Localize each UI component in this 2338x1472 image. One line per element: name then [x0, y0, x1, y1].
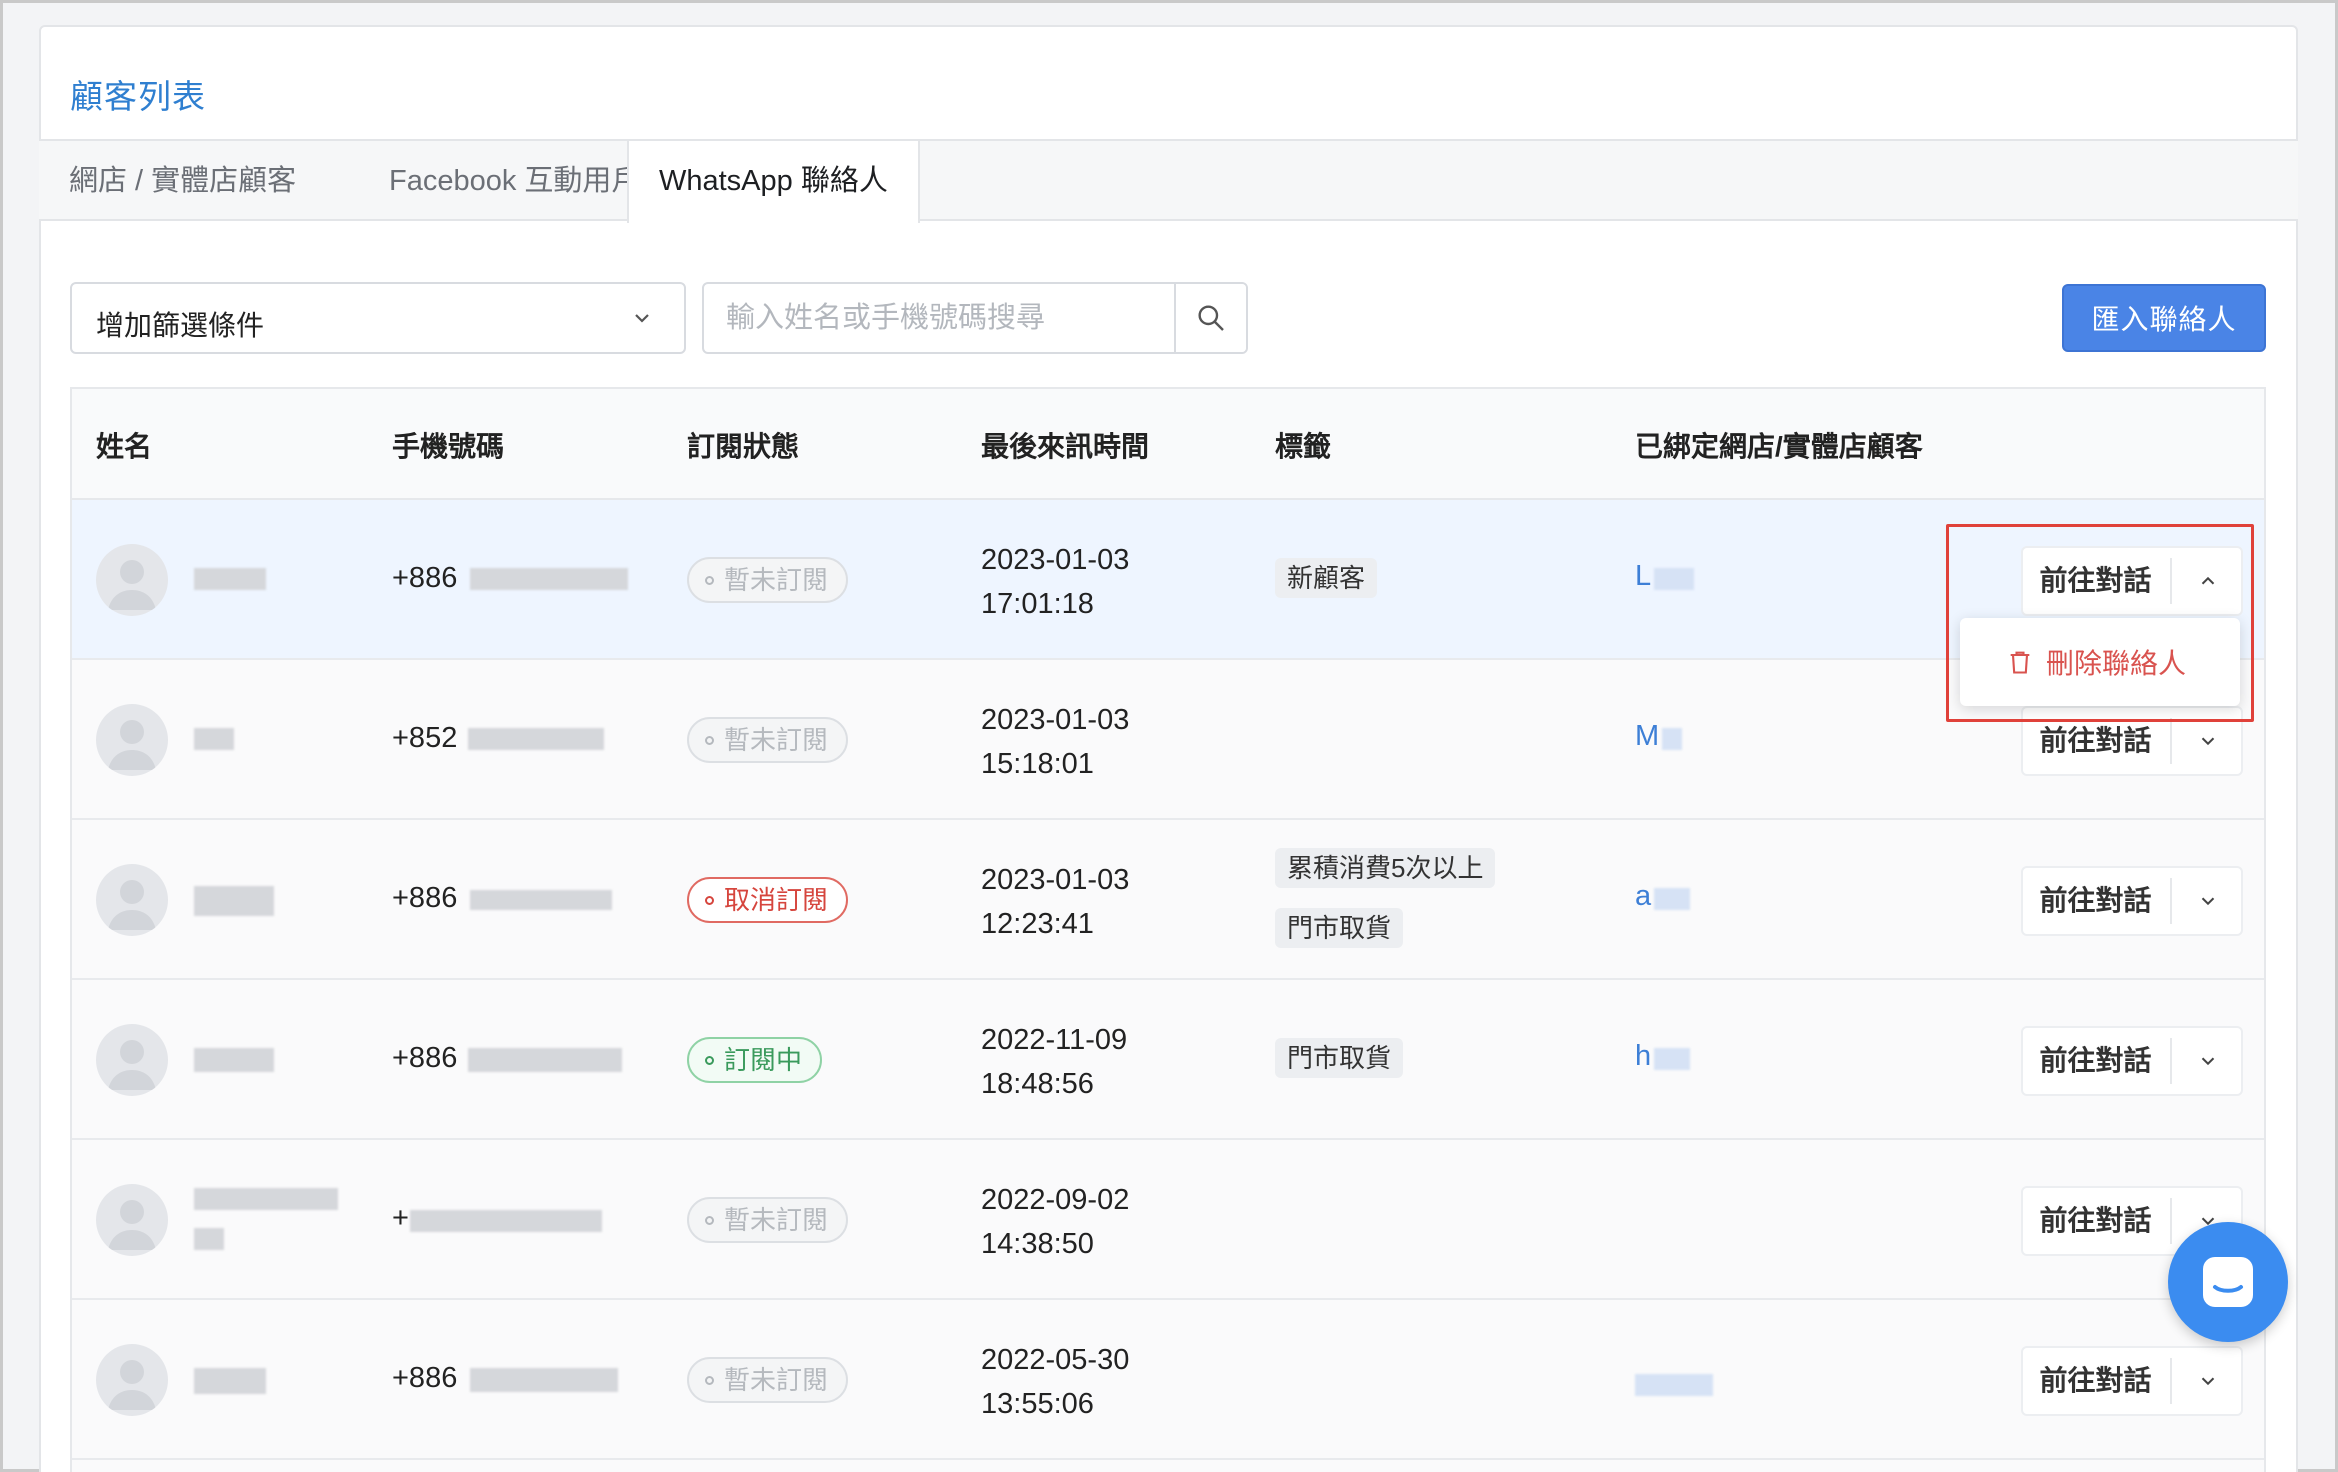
last-message-time: 2022-09-02 14:38:50 [981, 1184, 1130, 1260]
chat-icon [2203, 1257, 2253, 1307]
redacted-name [194, 1048, 274, 1072]
table-row[interactable]: +886 取消訂閱 2023-01-03 12:23:41 累積消費5次以上 門市… [72, 820, 2264, 980]
avatar [96, 864, 168, 936]
tab-facebook-users[interactable]: Facebook 互動用戶 [359, 141, 670, 221]
redacted-name [194, 1188, 338, 1210]
table-row[interactable]: +886 訂閱中 2022-11-09 18:48:56 門市取貨 h 前往對話 [72, 980, 2264, 1140]
divider [2170, 1358, 2172, 1404]
status-badge: 暫未訂閱 [687, 717, 849, 763]
table-row[interactable]: +886 暫未訂閱 2023-01-03 17:01:18 新顧客 L 前往對話 [72, 500, 2264, 660]
search-input[interactable] [704, 284, 1176, 352]
phone-prefix: +852 [392, 722, 458, 754]
divider [2170, 1038, 2172, 1084]
redacted-name [194, 568, 266, 590]
search-box [702, 282, 1248, 354]
action-group: 前往對話 [2021, 1346, 2243, 1416]
column-header-name: 姓名 [96, 431, 153, 462]
status-badge: 暫未訂閱 [687, 557, 849, 603]
divider [2170, 878, 2172, 924]
tag-chip: 累積消費5次以上 [1275, 848, 1496, 888]
redacted-phone [470, 1368, 618, 1392]
last-message-time: 2023-01-03 17:01:18 [981, 544, 1130, 620]
redacted-phone [470, 890, 612, 910]
go-to-chat-button[interactable]: 前往對話 [2023, 1348, 2168, 1414]
search-icon [1198, 305, 1224, 331]
action-group: 前往對話 [2021, 1026, 2243, 1096]
last-message-time: 2023-01-03 12:23:41 [981, 864, 1130, 940]
last-message-time: 2022-05-30 13:55:06 [981, 1344, 1130, 1420]
tab-bar: 網店 / 實體店顧客 Facebook 互動用戶 WhatsApp 聯絡人 [39, 139, 2298, 223]
status-badge: 訂閱中 [687, 1037, 823, 1083]
tag-chip: 門市取貨 [1275, 1038, 1404, 1078]
tab-store-customers[interactable]: 網店 / 實體店顧客 [39, 141, 326, 221]
chevron-down-icon [635, 314, 649, 323]
redacted-name [194, 728, 234, 750]
avatar [96, 704, 168, 776]
go-to-chat-button[interactable]: 前往對話 [2023, 1028, 2168, 1094]
column-header-subscription: 訂閱狀態 [687, 431, 800, 462]
filter-select-label: 增加篩選條件 [96, 310, 265, 341]
column-header-linked-customer: 已綁定網店/實體店顧客 [1635, 431, 1923, 462]
avatar [96, 1024, 168, 1096]
redacted-phone [470, 568, 628, 590]
table-row[interactable]: +886 暫未訂閱 2022-05-30 13:55:06 前往對話 [72, 1300, 2264, 1460]
linked-customer-link[interactable]: h [1635, 1040, 1651, 1073]
redacted-phone [468, 1048, 622, 1072]
more-actions-toggle[interactable] [2173, 868, 2243, 934]
redacted-phone [410, 1210, 602, 1232]
status-badge: 暫未訂閱 [687, 1357, 849, 1403]
redacted-linked [1662, 728, 1682, 750]
column-header-last-message: 最後來訊時間 [981, 431, 1150, 462]
table-row[interactable]: + 暫未訂閱 2022-09-02 14:38:50 前往對話 [72, 1140, 2264, 1300]
redacted-linked [1635, 1374, 1713, 1396]
redacted-linked [1654, 888, 1690, 910]
phone-prefix: +886 [392, 562, 458, 594]
linked-customer-link[interactable]: M [1635, 720, 1659, 753]
column-header-phone: 手機號碼 [392, 431, 505, 462]
phone-prefix: +886 [392, 882, 458, 914]
action-group: 前往對話 [2021, 866, 2243, 936]
status-badge: 暫未訂閱 [687, 1197, 849, 1243]
tab-whatsapp-contacts[interactable]: WhatsApp 聯絡人 [627, 141, 920, 223]
redacted-name [194, 886, 274, 916]
linked-customer-link[interactable]: a [1635, 880, 1651, 913]
redacted-linked [1654, 1048, 1690, 1070]
avatar [96, 1184, 168, 1256]
table-header: 姓名 手機號碼 訂閱狀態 最後來訊時間 標籤 已綁定網店/實體店顧客 [72, 389, 2264, 500]
avatar [96, 544, 168, 616]
divider [2170, 1198, 2172, 1244]
avatar [96, 1344, 168, 1416]
chat-widget-button[interactable] [2168, 1222, 2288, 1342]
highlight-annotation [1946, 524, 2254, 722]
contacts-table: 姓名 手機號碼 訂閱狀態 最後來訊時間 標籤 已綁定網店/實體店顧客 +886 … [70, 387, 2266, 1472]
tag-chip: 門市取貨 [1275, 908, 1404, 948]
phone-prefix: + [392, 1202, 409, 1234]
redacted-phone [468, 728, 604, 750]
phone-prefix: +886 [392, 1362, 458, 1394]
last-message-time: 2023-01-03 15:18:01 [981, 704, 1130, 780]
linked-customer-link[interactable]: L [1635, 560, 1651, 593]
status-badge: 取消訂閱 [687, 877, 849, 923]
redacted-name [194, 1228, 224, 1250]
tag-chip: 新顧客 [1275, 558, 1378, 598]
chevron-down-icon [2201, 897, 2215, 906]
go-to-chat-button[interactable]: 前往對話 [2023, 1188, 2168, 1254]
search-button[interactable] [1174, 284, 1246, 352]
more-actions-toggle[interactable] [2173, 1348, 2243, 1414]
page-title: 顧客列表 [70, 78, 206, 115]
phone-prefix: +886 [392, 1042, 458, 1074]
chevron-down-icon [2201, 1377, 2215, 1386]
chevron-down-icon [2201, 1057, 2215, 1066]
import-contacts-button[interactable]: 匯入聯絡人 [2062, 284, 2266, 352]
redacted-linked [1654, 568, 1694, 590]
column-header-tags: 標籤 [1275, 431, 1332, 462]
go-to-chat-button[interactable]: 前往對話 [2023, 868, 2168, 934]
filter-select[interactable]: 增加篩選條件 [70, 282, 686, 354]
last-message-time: 2022-11-09 18:48:56 [981, 1024, 1128, 1100]
divider [2170, 718, 2172, 764]
redacted-name [194, 1368, 266, 1394]
chevron-down-icon [2201, 737, 2215, 746]
more-actions-toggle[interactable] [2173, 1028, 2243, 1094]
table-row[interactable]: +852 暫未訂閱 2023-01-03 15:18:01 M 前往對話 [72, 660, 2264, 820]
